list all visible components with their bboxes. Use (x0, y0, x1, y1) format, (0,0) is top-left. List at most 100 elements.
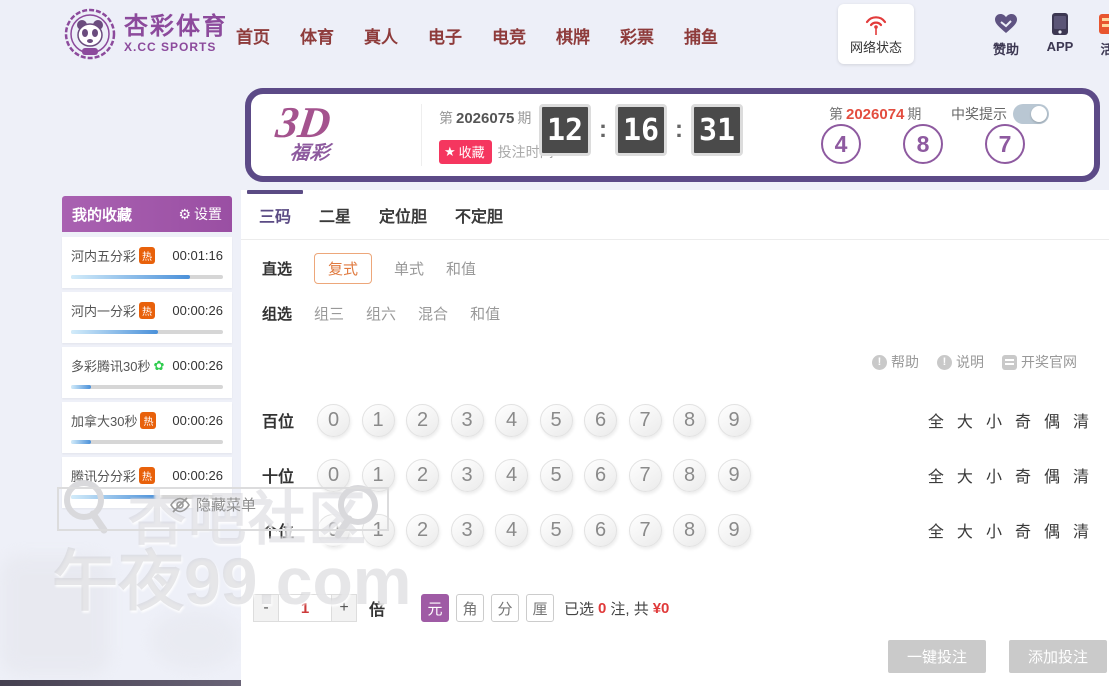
unit-li[interactable]: 厘 (526, 594, 555, 622)
win-tip-toggle[interactable] (1013, 104, 1049, 124)
digit-button[interactable]: 2 (406, 458, 439, 492)
menu-item-slots[interactable]: 电子 (428, 23, 462, 48)
digit-button[interactable]: 8 (673, 513, 706, 547)
tab-non-position[interactable]: 不定胆 (441, 190, 517, 240)
option-group-sum[interactable]: 和值 (470, 303, 500, 324)
menu-item-fishing[interactable]: 捕鱼 (684, 23, 718, 48)
digit-button[interactable]: 8 (673, 403, 706, 437)
digit-button[interactable]: 5 (539, 513, 573, 547)
quick-bet-button[interactable]: 一键投注 (888, 640, 986, 673)
tab-two-star[interactable]: 二星 (305, 190, 365, 240)
add-bet-button[interactable]: 添加投注 (1009, 640, 1107, 673)
digit-button[interactable]: 8 (673, 458, 706, 492)
sponsor-button[interactable]: 赞助 (982, 12, 1030, 58)
option-group6[interactable]: 组六 (366, 303, 396, 324)
unit-jiao[interactable]: 角 (456, 594, 485, 622)
official-site-link[interactable]: 开奖官网 (1002, 352, 1077, 372)
countdown-timer: 12 : 16 : 31 (539, 104, 743, 156)
exclamation-icon: ! (937, 354, 952, 370)
digit-button[interactable]: 6 (584, 403, 617, 437)
digit-button[interactable]: 6 (584, 513, 617, 547)
row-label: 百位 (262, 414, 295, 431)
menu-item-chess[interactable]: 棋牌 (556, 23, 590, 48)
digit-button[interactable]: 4 (495, 458, 528, 492)
digit-button[interactable]: 6 (584, 458, 617, 492)
digit-button[interactable]: 1 (361, 403, 395, 437)
digit-button[interactable]: 0 (317, 403, 350, 437)
quickpick-even[interactable]: 偶 (1044, 518, 1060, 542)
quickpick-small[interactable]: 小 (986, 518, 1002, 542)
quickpick-small[interactable]: 小 (986, 463, 1002, 487)
quickpick-odd[interactable]: 奇 (1015, 463, 1031, 487)
quickpick-clear[interactable]: 清 (1073, 408, 1089, 432)
menu-item-sports[interactable]: 体育 (300, 23, 334, 48)
countdown-minutes: 16 (615, 104, 667, 156)
lottery-list-item[interactable]: 加拿大30秒 热 00:00:26 (62, 402, 232, 453)
quickpick-odd[interactable]: 奇 (1015, 408, 1031, 432)
digit-button[interactable]: 5 (539, 458, 573, 492)
network-status-widget[interactable]: 网络状态 (838, 4, 914, 64)
sidebar-header: 我的收藏 ⚙ 设置 (62, 196, 232, 232)
quickpick-clear[interactable]: 清 (1073, 518, 1089, 542)
quickpick-even[interactable]: 偶 (1044, 463, 1060, 487)
digit-button[interactable]: 9 (717, 403, 751, 437)
quickpick-all[interactable]: 全 (928, 408, 944, 432)
lottery-list-item[interactable]: 河内一分彩 热 00:00:26 (62, 292, 232, 343)
settings-button[interactable]: ⚙ 设置 (178, 204, 222, 224)
digit-button[interactable]: 4 (495, 403, 528, 437)
option-compound[interactable]: 复式 (314, 253, 373, 284)
lottery-list-item[interactable]: 河内五分彩 热 00:01:16 (62, 237, 232, 288)
menu-item-live[interactable]: 真人 (364, 23, 398, 48)
digit-button[interactable]: 9 (717, 458, 751, 492)
multiplier-decrease-button[interactable]: - (253, 594, 279, 622)
option-single[interactable]: 单式 (394, 258, 424, 279)
option-group3[interactable]: 组三 (314, 303, 344, 324)
quickpick-big[interactable]: 大 (957, 463, 973, 487)
tab-three-code[interactable]: 三码 (245, 189, 305, 240)
multiplier-value[interactable]: 1 (279, 594, 331, 622)
unit-yuan[interactable]: 元 (421, 594, 450, 622)
app-button[interactable]: APP (1036, 12, 1084, 54)
multiplier-increase-button[interactable]: + (331, 594, 357, 622)
quickpick-even[interactable]: 偶 (1044, 408, 1060, 432)
star-icon: ★ (444, 143, 456, 159)
unit-fen[interactable]: 分 (491, 594, 520, 622)
explain-link[interactable]: ! 说明 (937, 352, 984, 372)
menu-item-home[interactable]: 首页 (236, 23, 270, 48)
digit-button[interactable]: 9 (717, 513, 751, 547)
lottery-name: 河内一分彩 (71, 304, 137, 319)
digit-button[interactable]: 0 (317, 458, 350, 492)
hide-menu-button[interactable]: 隐藏菜单 (170, 494, 256, 515)
quickpick-clear[interactable]: 清 (1073, 463, 1089, 487)
digit-button[interactable]: 3 (450, 403, 484, 437)
tab-position[interactable]: 定位胆 (365, 190, 441, 240)
digit-button[interactable]: 5 (539, 403, 573, 437)
lottery-list-item[interactable]: 多彩腾讯30秒 ✿ 00:00:26 (62, 347, 232, 398)
quickpick-all[interactable]: 全 (928, 518, 944, 542)
digit-button[interactable]: 0 (317, 513, 350, 547)
quickpick-all[interactable]: 全 (928, 463, 944, 487)
partial-nav-item[interactable]: 活 (1092, 12, 1109, 58)
digit-button[interactable]: 3 (450, 458, 484, 492)
countdown-hours: 12 (539, 104, 591, 156)
menu-item-lottery[interactable]: 彩票 (620, 23, 654, 48)
quickpick-small[interactable]: 小 (986, 408, 1002, 432)
site-logo[interactable]: 杏彩体育 X.CC SPORTS (64, 8, 228, 60)
digit-button[interactable]: 7 (628, 403, 662, 437)
option-mixed[interactable]: 混合 (418, 303, 448, 324)
quickpick-odd[interactable]: 奇 (1015, 518, 1031, 542)
digit-button[interactable]: 2 (406, 403, 439, 437)
digit-button[interactable]: 1 (361, 513, 395, 547)
digit-button[interactable]: 4 (495, 513, 528, 547)
digit-button[interactable]: 2 (406, 513, 439, 547)
digit-button[interactable]: 1 (361, 458, 395, 492)
favorite-button[interactable]: ★ 收藏 (439, 140, 492, 164)
help-link[interactable]: ! 帮助 (872, 352, 919, 372)
quickpick-big[interactable]: 大 (957, 518, 973, 542)
quickpick-big[interactable]: 大 (957, 408, 973, 432)
menu-item-esports[interactable]: 电竞 (492, 23, 526, 48)
option-sum[interactable]: 和值 (446, 258, 476, 279)
digit-button[interactable]: 7 (628, 458, 662, 492)
digit-button[interactable]: 7 (628, 513, 662, 547)
digit-button[interactable]: 3 (450, 513, 484, 547)
